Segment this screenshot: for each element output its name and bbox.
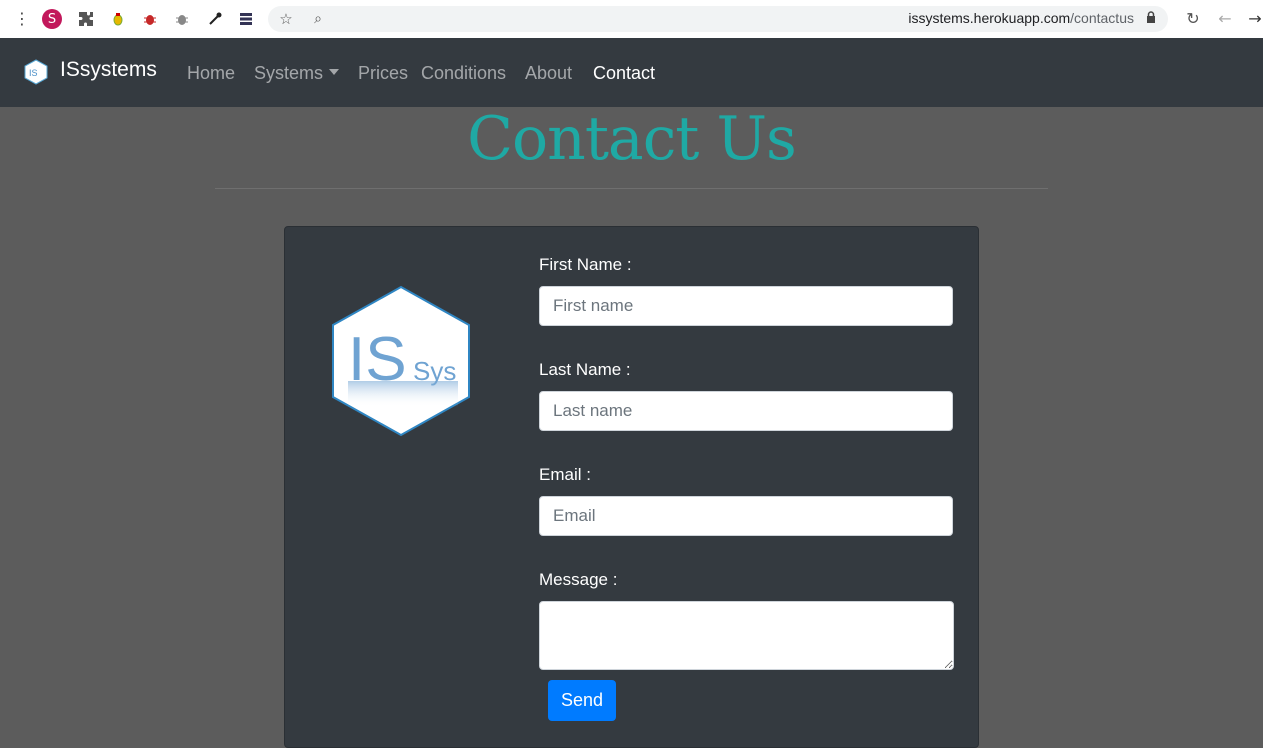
profile-extension-icon[interactable]: S xyxy=(42,9,62,29)
eyedropper-icon[interactable] xyxy=(205,9,225,29)
star-icon[interactable]: ☆ xyxy=(276,9,296,29)
contact-card: IS Sys First Name : Last Name : Email : … xyxy=(284,226,979,748)
nav-prices[interactable]: Prices xyxy=(358,63,408,84)
menu-dots-icon[interactable]: ⋮ xyxy=(14,9,30,29)
bug-icon[interactable] xyxy=(140,9,160,29)
brand-name[interactable]: ISsystems xyxy=(60,58,157,82)
issys-logo-icon: IS Sys xyxy=(332,285,470,437)
puzzle-icon[interactable] xyxy=(76,9,96,29)
message-label: Message : xyxy=(539,570,618,589)
first-name-label: First Name : xyxy=(539,255,632,274)
url-text[interactable]: issystems.herokuapp.com/contactus xyxy=(908,10,1134,26)
svg-text:IS: IS xyxy=(29,68,38,78)
site-navbar: IS ISsystems Home Systems Prices Conditi… xyxy=(0,38,1263,107)
email-input[interactable] xyxy=(539,496,953,536)
page-title: Contact Us xyxy=(467,104,797,174)
url-path: /contactus xyxy=(1070,10,1134,26)
nav-about[interactable]: About xyxy=(525,63,572,84)
heading-divider xyxy=(215,188,1048,189)
send-button[interactable]: Send xyxy=(548,680,616,721)
bug-icon[interactable] xyxy=(108,9,128,29)
nav-systems-dropdown[interactable]: Systems xyxy=(254,63,340,84)
forward-icon[interactable]: → xyxy=(1245,9,1263,29)
last-name-label: Last Name : xyxy=(539,360,631,379)
nav-home[interactable]: Home xyxy=(187,63,235,84)
email-label: Email : xyxy=(539,465,591,484)
server-icon[interactable] xyxy=(236,9,256,29)
nav-contact[interactable]: Contact xyxy=(593,63,655,84)
url-domain: issystems.herokuapp.com xyxy=(908,10,1071,26)
address-bar[interactable]: ☆ ⌕ issystems.herokuapp.com/contactus xyxy=(268,6,1168,32)
lock-icon[interactable] xyxy=(1144,10,1158,28)
bug-icon[interactable] xyxy=(172,9,192,29)
reload-icon[interactable]: ↻ xyxy=(1183,9,1203,29)
message-textarea[interactable] xyxy=(539,601,954,670)
nav-conditions[interactable]: Conditions xyxy=(421,63,506,84)
caret-down-icon xyxy=(329,69,340,76)
browser-toolbar: ⋮ S ☆ ⌕ issystems.herokuapp.com/contactu… xyxy=(0,0,1263,39)
last-name-input[interactable] xyxy=(539,391,953,431)
lens-icon[interactable]: ⌕ xyxy=(308,9,328,29)
nav-systems-label: Systems xyxy=(254,63,324,83)
brand-logo-icon[interactable]: IS xyxy=(23,59,49,85)
first-name-input[interactable] xyxy=(539,286,953,326)
back-icon[interactable]: ← xyxy=(1215,9,1235,29)
